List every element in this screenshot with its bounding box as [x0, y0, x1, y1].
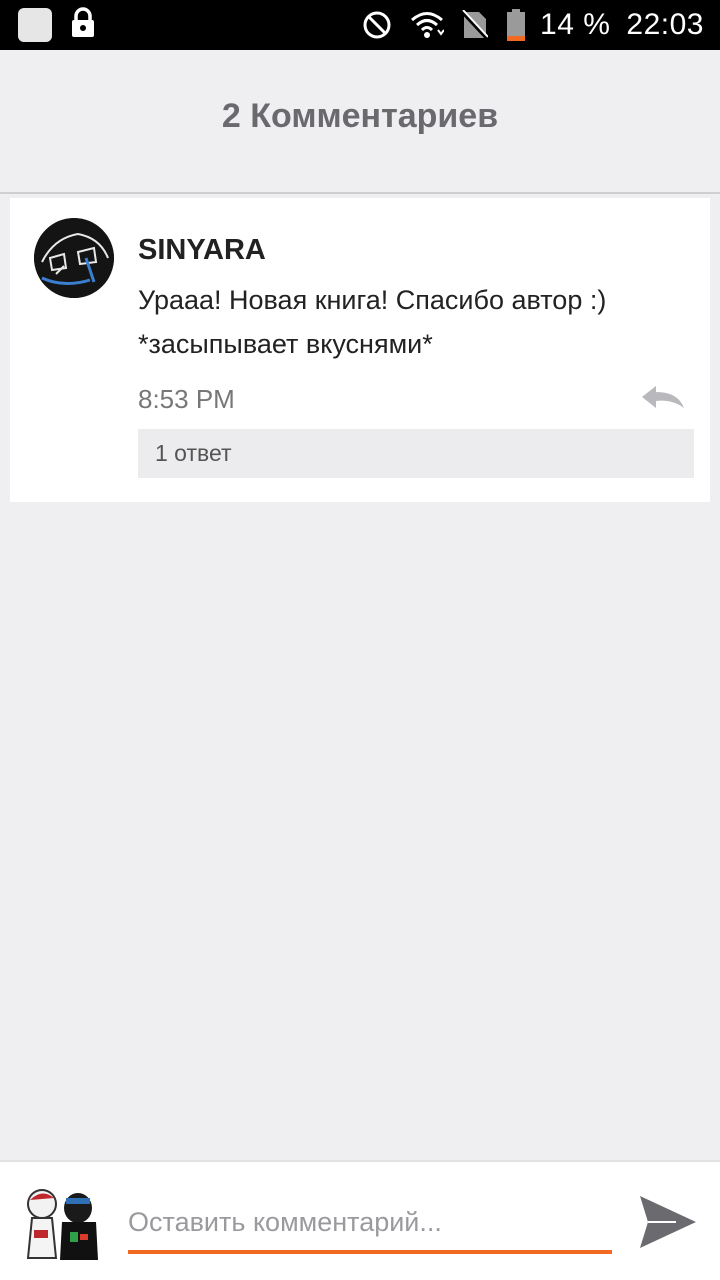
status-left: [18, 6, 96, 44]
comment-input[interactable]: [128, 1200, 612, 1254]
avatar[interactable]: [34, 218, 114, 298]
app-icon: [18, 8, 52, 42]
status-bar: 14 % 22:03: [0, 0, 720, 50]
user-avatar: [20, 1180, 104, 1264]
lock-icon: [70, 6, 96, 44]
no-sim-icon: [462, 10, 489, 40]
do-not-disturb-icon: [362, 10, 392, 40]
send-icon[interactable]: [636, 1192, 700, 1252]
comment-timestamp: 8:53 PM: [138, 384, 235, 414]
page-title: 2 Комментариев: [221, 96, 499, 135]
wifi-icon: [410, 10, 445, 40]
status-right: 14 % 22:03: [344, 8, 704, 42]
clock: 22:03: [626, 8, 704, 41]
reply-icon[interactable]: [640, 384, 686, 414]
battery-percent: 14 %: [540, 8, 611, 41]
comment-card: SINYARA Урааа! Новая книга! Спасибо авто…: [10, 198, 710, 502]
battery-icon: [506, 9, 526, 41]
comment-composer: [0, 1160, 720, 1280]
header: 2 Комментариев: [0, 50, 720, 194]
comment-author[interactable]: SINYARA: [138, 234, 266, 267]
comment-text: Урааа! Новая книга! Спасибо автор :) *за…: [138, 285, 607, 359]
replies-button[interactable]: 1 ответ: [138, 429, 694, 478]
